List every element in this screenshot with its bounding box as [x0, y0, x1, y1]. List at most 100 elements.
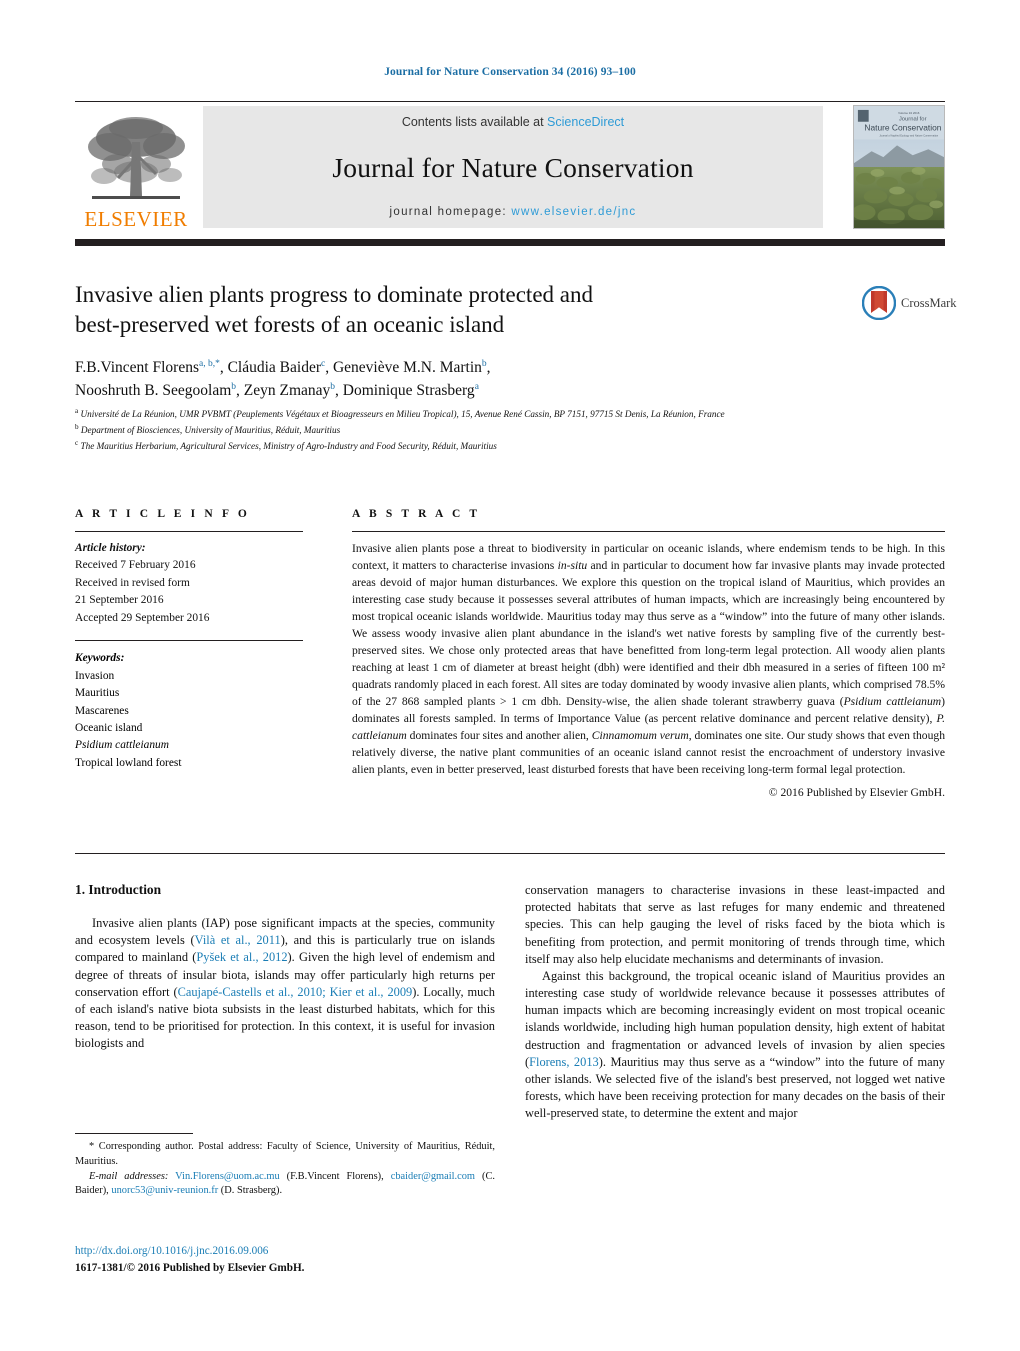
author-line1-tail: , [486, 359, 491, 376]
header-rule-top [75, 101, 945, 102]
affiliation-b-mark: b [75, 423, 79, 432]
article-info-heading: A R T I C L E I N F O [75, 508, 250, 520]
affiliation-b: b Department of Biosciences, University … [75, 422, 945, 438]
header-rule-thick [75, 239, 945, 246]
email-addresses-note: E-mail addresses: Vin.Florens@uom.ac.mu … [75, 1170, 495, 1200]
keyword-2: Mascarenes [75, 704, 129, 717]
author-florens-sup: a, b,* [198, 358, 220, 369]
author-line-2: Nooshruth B. Seegoolamb, Zeyn Zmanayb, D… [75, 379, 775, 402]
intro-paragraph-left: Invasive alien plants (IAP) pose signifi… [75, 915, 495, 1052]
crossmark-icon [862, 286, 896, 320]
author-florens: F.B.Vincent Florens [75, 359, 199, 376]
sciencedirect-link[interactable]: ScienceDirect [547, 115, 624, 129]
svg-text:Volume 34 2016: Volume 34 2016 [898, 111, 920, 115]
journal-cover-thumbnail: Volume 34 2016 Journal for Nature Conser… [853, 105, 945, 229]
homepage-url-link[interactable]: www.elsevier.de/jnc [511, 206, 636, 218]
email-link-baider[interactable]: cbaider@gmail.com [391, 1171, 475, 1182]
keyword-0: Invasion [75, 669, 115, 682]
svg-text:Journal of Applied Ecology and: Journal of Applied Ecology and Nature Co… [879, 133, 938, 137]
homepage-prefix: journal homepage: [389, 206, 512, 218]
article-history: Article history: Received 7 February 201… [75, 540, 303, 627]
keywords-list: Keywords: Invasion Mauritius Mascarenes … [75, 650, 303, 772]
article-history-label: Article history: [75, 542, 146, 554]
email-name-strasberg: (D. Strasberg). [218, 1185, 283, 1197]
email-name-florens: (F.B.Vincent Florens), [279, 1170, 384, 1182]
article-info-column: A R T I C L E I N F O Article history: R… [75, 508, 303, 772]
cover-artwork: Volume 34 2016 Journal for Nature Conser… [854, 106, 944, 228]
affiliations: a Université de La Réunion, UMR PVBMT (P… [75, 406, 945, 455]
affiliation-a-mark: a [75, 407, 79, 415]
affiliation-c-text: The Mauritius Herbarium, Agricultural Se… [80, 441, 497, 452]
keyword-5: Tropical lowland forest [75, 756, 182, 769]
footnote-block: * Corresponding author. Postal address: … [75, 1140, 495, 1199]
abstract-part-2: and in particular to document how far in… [352, 558, 945, 708]
journal-band: Contents lists available at ScienceDirec… [203, 106, 823, 228]
affiliation-a: a Université de La Réunion, UMR PVBMT (P… [75, 406, 945, 422]
intro-paragraph-right-1: conservation managers to characterise in… [525, 883, 945, 966]
keywords-rule [75, 640, 303, 642]
abstract-italic-cinnamomum: Cinnamomum verum [591, 728, 689, 742]
crossmark-badge[interactable]: CrossMark [862, 283, 960, 323]
elsevier-logo: ELSEVIER [75, 105, 197, 230]
citation-vila-2011[interactable]: Vilà et al., 2011 [195, 933, 281, 947]
running-head: Journal for Nature Conservation 34 (2016… [384, 66, 636, 78]
author-seegoolam: Nooshruth B. Seegoolam [75, 382, 232, 400]
doi-block: http://dx.doi.org/10.1016/j.jnc.2016.09.… [75, 1243, 505, 1277]
affiliation-a-text: Université de La Réunion, UMR PVBMT (Peu… [80, 409, 725, 420]
svg-text:Nature Conservation: Nature Conservation [864, 123, 941, 133]
title-line-2: best-preserved wet forests of an oceanic… [75, 312, 505, 338]
keyword-3: Oceanic island [75, 721, 143, 734]
abstract-heading: A B S T R A C T [352, 508, 481, 520]
contents-prefix: Contents lists available at [401, 115, 548, 129]
keyword-1: Mauritius [75, 687, 120, 700]
issn-copyright-line: 1617-1381/© 2016 Published by Elsevier G… [75, 1261, 305, 1274]
abstract-bottom-rule [75, 853, 945, 854]
email-addresses-label: E-mail addresses: [89, 1170, 169, 1182]
citation-pysek-2012[interactable]: Pyšek et al., 2012 [196, 950, 287, 964]
section-heading-introduction: 1. Introduction [75, 882, 162, 897]
journal-homepage: journal homepage: www.elsevier.de/jnc [390, 206, 637, 218]
article-info-rule [75, 531, 303, 532]
footnote-rule [75, 1133, 193, 1134]
title-line-1: Invasive alien plants progress to domina… [75, 282, 593, 307]
abstract-body: Invasive alien plants pose a threat to b… [352, 541, 945, 779]
crossmark-label: CrossMark [901, 295, 957, 310]
abstract-rule [352, 531, 945, 532]
history-item-1: Received in revised form [75, 576, 190, 589]
abstract-italic-psidium: Psidium cattleianum [843, 694, 942, 708]
corresponding-author-note: * Corresponding author. Postal address: … [75, 1141, 495, 1167]
author-martin: , Geneviève M.N. Martin [325, 359, 482, 376]
abstract-part-4: dominates four sites and another alien, [406, 728, 592, 742]
email-link-florens[interactable]: Vin.Florens@uom.ac.mu [175, 1171, 279, 1182]
journal-title: Journal for Nature Conservation [332, 151, 694, 183]
author-strasberg: , Dominique Strasberg [335, 382, 475, 400]
body-column-left: 1. Introduction Invasive alien plants (I… [75, 882, 495, 1052]
author-line-1: F.B.Vincent Florensa, b,*, Cláudia Baide… [75, 356, 775, 379]
abstract-column: A B S T R A C T Invasive alien plants po… [352, 508, 945, 799]
abstract-italic-insitu: in-situ [557, 558, 588, 572]
author-zmanay: , Zeyn Zmanay [236, 382, 331, 400]
author-baider: , Cláudia Baider [219, 359, 321, 376]
author-strasberg-sup: a [474, 382, 479, 393]
author-list: F.B.Vincent Florensa, b,*, Cláudia Baide… [75, 356, 775, 403]
keyword-4: Psidium cattleianum [75, 739, 169, 752]
paper-page: Journal for Nature Conservation 34 (2016… [0, 0, 1020, 1351]
body-column-right: conservation managers to characterise in… [525, 882, 945, 1122]
keywords-label: Keywords: [75, 652, 125, 665]
affiliation-c: c The Mauritius Herbarium, Agricultural … [75, 438, 945, 454]
email-link-strasberg[interactable]: unorc53@univ-reunion.fr [111, 1185, 218, 1196]
citation-florens-2013[interactable]: Florens, 2013 [529, 1055, 599, 1069]
history-item-0: Received 7 February 2016 [75, 559, 196, 572]
journal-masthead: ELSEVIER Contents lists available at Sci… [75, 105, 945, 230]
history-item-3: Accepted 29 September 2016 [75, 611, 210, 624]
affiliation-b-text: Department of Biosciences, University of… [80, 425, 341, 436]
affiliation-c-mark: c [75, 439, 79, 448]
abstract-copyright: © 2016 Published by Elsevier GmbH. [768, 785, 945, 799]
intro-paragraph-right-2: Against this background, the tropical oc… [525, 968, 945, 1123]
doi-link[interactable]: http://dx.doi.org/10.1016/j.jnc.2016.09.… [75, 1243, 505, 1260]
history-item-2: 21 September 2016 [75, 594, 164, 607]
elsevier-tree-icon [88, 117, 185, 199]
contents-line: Contents lists available at ScienceDirec… [402, 115, 624, 129]
page-title: Invasive alien plants progress to domina… [75, 280, 735, 341]
citation-caujape-kier[interactable]: Caujapé-Castells et al., 2010; Kier et a… [178, 985, 413, 999]
